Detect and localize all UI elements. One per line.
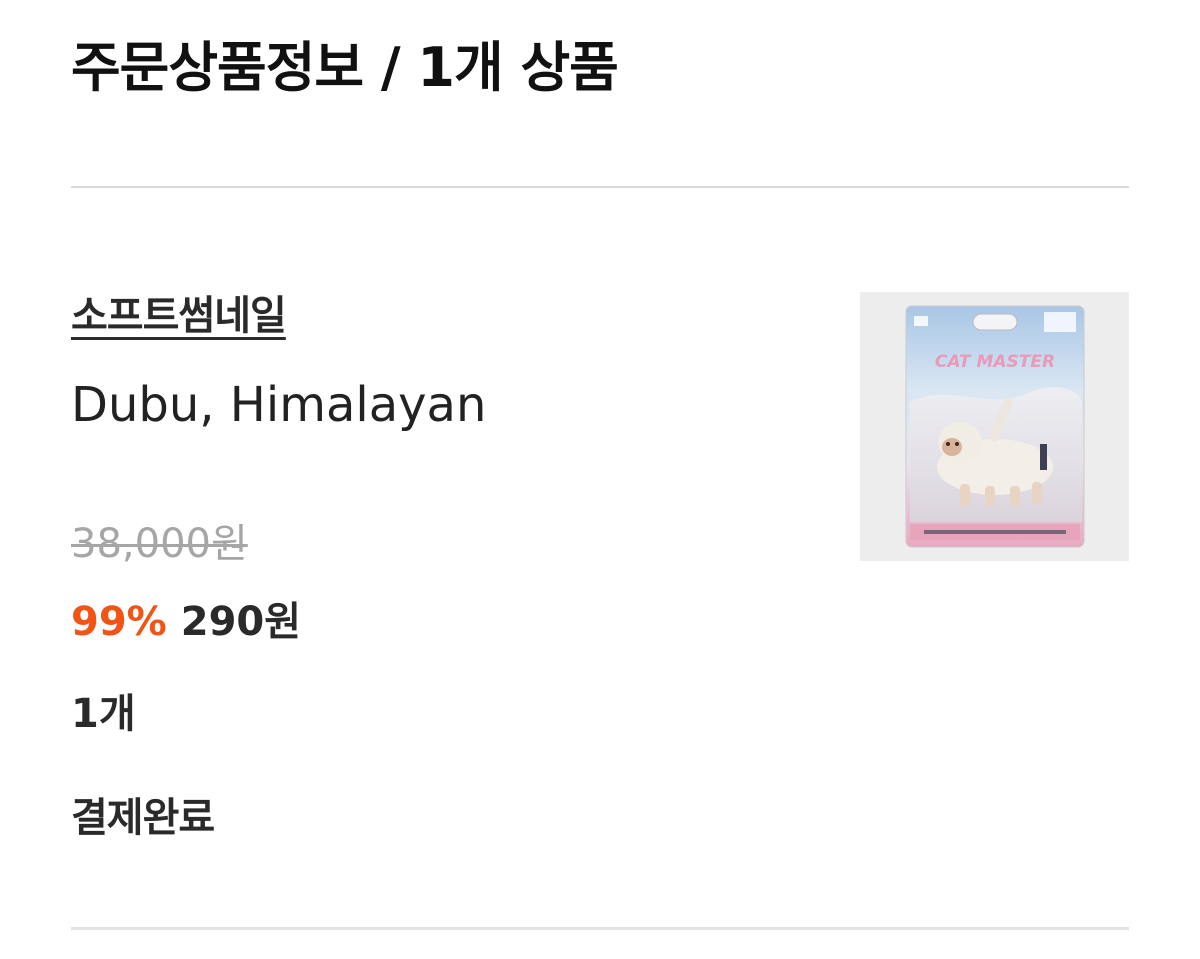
price-row: 99% 290원 [71,594,301,650]
brand-link[interactable]: 소프트썸네일 [71,288,287,344]
bottom-divider [71,927,1129,930]
discount-rate: 99% [71,599,167,645]
order-status: 결제완료 [71,795,215,841]
product-package-image: CAT MASTER [860,292,1129,561]
sale-price: 290원 [180,599,302,645]
original-price: 38,000원 [71,521,248,567]
page-title: 주문상품정보 / 1개 상품 [71,36,619,99]
product-name[interactable]: Dubu, Himalayan [71,372,486,438]
top-divider [71,186,1129,188]
package-title: CAT MASTER [935,352,1055,372]
product-thumbnail[interactable]: CAT MASTER [860,292,1129,561]
quantity: 1개 [71,691,136,737]
